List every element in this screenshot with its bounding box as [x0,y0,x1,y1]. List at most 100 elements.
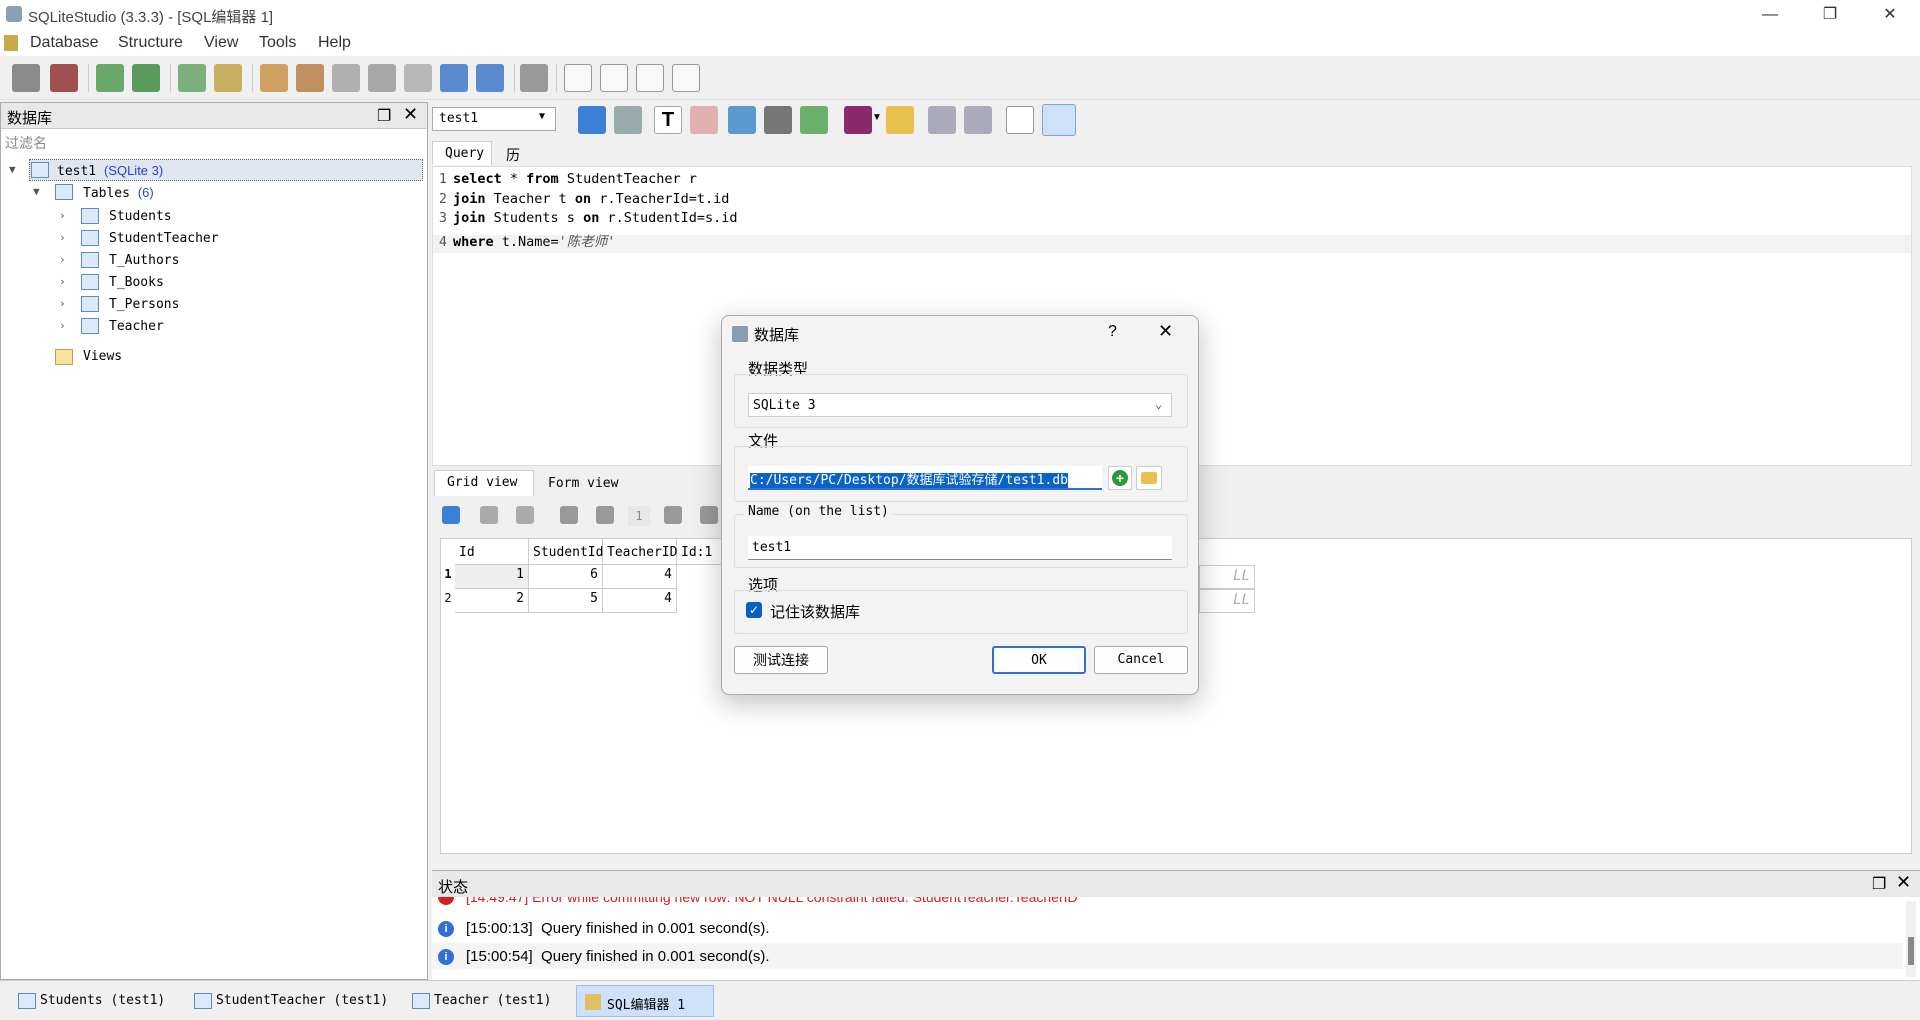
tile-vertical-icon[interactable] [636,64,664,92]
float-panel-icon[interactable]: ❐ [377,106,391,126]
first-page-icon[interactable] [560,506,578,524]
column-header[interactable]: TeacherID [603,539,677,565]
tile-windows-icon[interactable] [564,64,592,92]
close-panel-icon[interactable]: ✕ [403,104,418,125]
minimize-button[interactable]: — [1740,0,1800,30]
window-tab-teacher[interactable]: Teacher (test1) [404,985,564,1017]
menu-structure[interactable]: Structure [118,34,183,52]
next-page-icon[interactable] [664,506,682,524]
save-dropdown-icon[interactable]: ▼ [872,112,882,123]
new-trigger-icon[interactable] [296,64,324,92]
tab-form-view[interactable]: Form view [536,472,636,496]
tab-query[interactable]: Query [432,141,492,165]
new-table-icon[interactable] [178,64,206,92]
expand-table-icon[interactable]: › [59,209,66,222]
null-cell[interactable]: LL [1199,565,1255,589]
menu-tools[interactable]: Tools [259,34,296,52]
tree-table-item[interactable]: › T_Authors [59,251,359,273]
cancel-button[interactable]: Cancel [1094,646,1188,674]
print-icon[interactable] [764,106,792,134]
new-index-icon[interactable] [260,64,288,92]
ok-button[interactable]: OK [992,646,1086,674]
expand-table-icon[interactable]: › [59,253,66,266]
database-select[interactable]: test1 ▼ [432,107,556,131]
extension-icon[interactable] [404,64,432,92]
grid-cell[interactable]: 4 [603,589,677,613]
split-view-icon[interactable] [1042,104,1076,136]
expand-table-icon[interactable]: › [59,275,66,288]
menu-database[interactable]: Database [30,34,99,52]
column-header[interactable]: StudentId [529,539,603,565]
grid-cell[interactable]: 5 [529,589,603,613]
menu-view[interactable]: View [204,34,238,52]
execute-query-icon[interactable] [578,106,606,134]
expand-table-icon[interactable]: › [59,231,66,244]
tree-table-item[interactable]: › T_Persons [59,295,359,317]
close-window-button[interactable]: ✕ [1860,0,1920,30]
expand-db-icon[interactable]: ▼ [9,163,16,176]
tile-horizontal-icon[interactable] [600,64,628,92]
open-file-icon[interactable] [886,106,914,134]
expand-table-icon[interactable]: › [59,297,66,310]
edit-database-icon[interactable] [132,64,160,92]
add-database-icon[interactable] [96,64,124,92]
remember-checkbox[interactable]: ✓ [746,602,762,618]
test-connection-button[interactable]: 测试连接 [734,646,828,674]
grid-cell[interactable]: 1 [455,565,529,589]
menu-help[interactable]: Help [318,34,351,52]
tab-grid-view[interactable]: Grid view [434,470,534,496]
window-tab-sql-editor[interactable]: SQL编辑器 1 [576,985,714,1017]
edit-table-icon[interactable] [214,64,242,92]
database-type-select[interactable]: SQLite 3 ⌄ [748,393,1172,417]
name-input[interactable]: test1 [748,536,1172,560]
scrollbar-thumb[interactable] [1908,937,1914,965]
page-number[interactable]: 1 [628,506,650,526]
tab-history[interactable]: 历史 [494,141,544,183]
dialog-close-icon[interactable]: ✕ [1158,321,1173,342]
collation-icon[interactable] [368,64,396,92]
float-panel-icon[interactable]: ❐ [1872,874,1886,894]
close-panel-icon[interactable]: ✕ [1896,872,1911,893]
rollback-icon[interactable] [516,506,534,524]
format-sql-icon[interactable]: T [654,106,682,134]
window-tab-students[interactable]: Students (test1) [10,985,188,1017]
find-replace-icon[interactable] [964,106,992,134]
create-file-button[interactable]: + [1108,466,1132,490]
refresh-icon[interactable] [442,506,460,524]
export-icon[interactable] [476,64,504,92]
config-icon[interactable] [520,64,548,92]
connect-icon[interactable] [12,64,40,92]
window-tab-studentteacher[interactable]: StudentTeacher (test1) [186,985,408,1017]
export-results-icon[interactable] [728,106,756,134]
tree-table-item[interactable]: › StudentTeacher [59,229,359,251]
tree-views-item[interactable]: Views [83,349,122,364]
disconnect-icon[interactable] [50,64,78,92]
grid-cell[interactable]: 2 [455,589,529,613]
null-cell[interactable]: LL [1199,589,1255,613]
cascade-windows-icon[interactable] [672,64,700,92]
browse-file-button[interactable] [1136,466,1162,490]
import-icon[interactable] [440,64,468,92]
single-view-icon[interactable] [1006,106,1034,134]
commit-icon[interactable] [480,506,498,524]
help-button[interactable]: ? [1108,323,1117,341]
filter-input[interactable]: 过滤名 [5,133,47,153]
clear-query-icon[interactable] [690,106,718,134]
last-page-icon[interactable] [700,506,718,524]
expand-tables-icon[interactable]: ▼ [33,185,40,198]
expand-table-icon[interactable]: › [59,319,66,332]
tree-tables-item[interactable]: Tables (6) [83,185,154,201]
grid-cell[interactable]: 4 [603,565,677,589]
find-icon[interactable] [928,106,956,134]
tree-table-item[interactable]: › Students [59,207,359,229]
restore-button[interactable]: ❐ [1800,0,1860,30]
status-scrollbar[interactable] [1906,901,1916,977]
column-header[interactable]: Id [455,539,529,565]
tree-db-item[interactable]: test1 (SQLite 3) [57,163,163,179]
prev-page-icon[interactable] [596,506,614,524]
function-icon[interactable] [332,64,360,92]
grid-cell[interactable]: 6 [529,565,603,589]
create-view-icon[interactable] [800,106,828,134]
tree-table-item[interactable]: › Teacher [59,317,359,339]
tree-table-item[interactable]: › T_Books [59,273,359,295]
